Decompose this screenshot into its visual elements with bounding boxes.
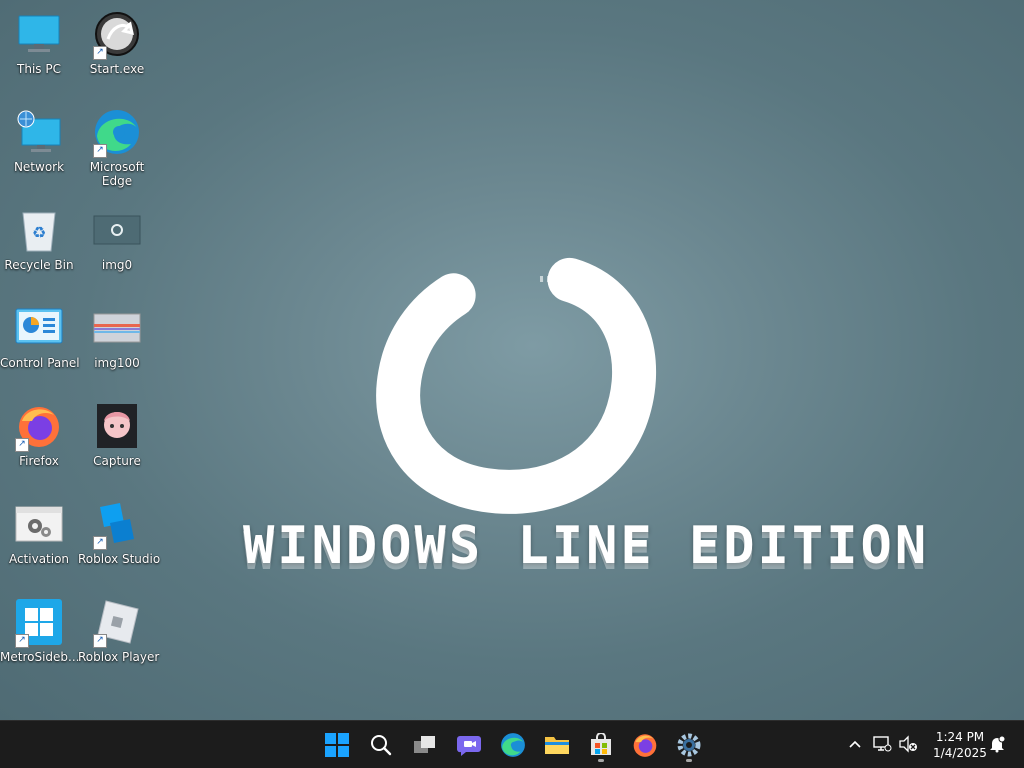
firefox-icon: [633, 734, 657, 757]
chevron-up-icon: [849, 740, 861, 748]
desktop-icon-capture[interactable]: Capture: [78, 396, 156, 488]
desktop[interactable]: Windows Line Edition This PC Network: [0, 0, 1024, 720]
image-file-icon: [91, 204, 143, 256]
volume-button[interactable]: [897, 733, 919, 755]
desktop-icon-roblox-studio[interactable]: ↗ Roblox Studio: [78, 494, 161, 586]
microsoft-store-button[interactable]: [582, 727, 620, 763]
desktop-icon-roblox-player[interactable]: ↗ Roblox Player: [78, 592, 160, 684]
monitor-icon: [13, 8, 65, 60]
svg-text:♻: ♻: [32, 223, 46, 242]
volume-muted-icon: [899, 735, 917, 753]
shortcut-arrow-icon: ↗: [93, 634, 107, 648]
desktop-icon-network[interactable]: Network: [0, 102, 78, 194]
chat-icon: [456, 736, 481, 756]
desktop-icon-label: img0: [101, 258, 133, 272]
shortcut-arrow-icon: ↗: [15, 634, 29, 648]
desktop-icon-microsoft-edge[interactable]: ↗ Microsoft Edge: [78, 102, 156, 200]
capture-image-icon: [91, 400, 143, 452]
firefox-icon: ↗: [13, 400, 65, 452]
start-orb-icon: ↗: [91, 8, 143, 60]
running-indicator: [686, 759, 692, 762]
chat-button[interactable]: [450, 727, 488, 763]
desktop-icon-label: Roblox Studio: [78, 552, 161, 566]
notifications-button[interactable]: [986, 733, 1008, 755]
running-indicator: [598, 759, 604, 762]
windows-start-icon: [325, 733, 349, 757]
desktop-icon-label: Start.exe: [89, 62, 145, 76]
desktop-icon-metrosidebar[interactable]: ↗ MetroSideb...: [0, 592, 80, 684]
roblox-studio-icon: ↗: [91, 498, 143, 550]
desktop-icon-label: Recycle Bin: [4, 258, 74, 272]
shortcut-arrow-icon: ↗: [93, 536, 107, 550]
image-file-icon: [91, 302, 143, 354]
desktop-icon-recycle-bin[interactable]: ♻ Recycle Bin: [0, 200, 78, 292]
desktop-icon-label: This PC: [17, 62, 61, 76]
show-hidden-icons-button[interactable]: [844, 733, 866, 755]
desktop-icon-start-exe[interactable]: ↗ Start.exe: [78, 4, 156, 96]
desktop-icon-img0[interactable]: img0: [78, 200, 156, 292]
shortcut-arrow-icon: ↗: [15, 438, 29, 452]
start-button[interactable]: [318, 727, 356, 763]
desktop-icon-img100[interactable]: img100: [78, 298, 156, 390]
desktop-icon-label: Capture: [93, 454, 141, 468]
file-explorer-button[interactable]: [538, 727, 576, 763]
search-button[interactable]: [362, 727, 400, 763]
network-disconnected-icon: [873, 736, 892, 752]
desktop-icon-label: Network: [13, 160, 65, 174]
control-panel-icon: [13, 302, 65, 354]
gears-icon: [13, 498, 65, 550]
gear-icon: [677, 733, 701, 757]
shortcut-arrow-icon: ↗: [93, 144, 107, 158]
search-icon: [371, 735, 392, 756]
taskbar-firefox-button[interactable]: [626, 727, 664, 763]
network-icon: [13, 106, 65, 158]
windows-logo-icon: ↗: [13, 596, 65, 648]
desktop-icon-label: img100: [94, 356, 140, 370]
roblox-player-icon: ↗: [91, 596, 143, 648]
desktop-icon-label: Firefox: [19, 454, 59, 468]
desktop-icon-label: Activation: [8, 552, 70, 566]
edge-icon: [501, 733, 525, 757]
taskbar: 1:24 PM 1/4/2025: [0, 720, 1024, 768]
taskbar-edge-button[interactable]: [494, 727, 532, 763]
edge-icon: ↗: [91, 106, 143, 158]
desktop-icon-control-panel[interactable]: Control Panel: [0, 298, 80, 390]
folder-icon: [545, 737, 569, 754]
desktop-icon-label: Microsoft Edge: [89, 160, 145, 188]
desktop-icon-activation[interactable]: Activation: [0, 494, 78, 586]
task-view-icon: [414, 736, 435, 753]
settings-button[interactable]: [670, 727, 708, 763]
desktop-icon-label: Control Panel: [0, 356, 80, 370]
desktop-icon-label: Roblox Player: [78, 650, 160, 664]
notification-bell-icon: [990, 735, 1006, 753]
desktop-icon-firefox[interactable]: ↗ Firefox: [0, 396, 78, 488]
shortcut-arrow-icon: ↗: [93, 46, 107, 60]
desktop-icon-label: MetroSideb...: [0, 650, 80, 664]
store-bag-icon: [591, 733, 611, 755]
desktop-icon-this-pc[interactable]: This PC: [0, 4, 78, 96]
task-view-button[interactable]: [406, 727, 444, 763]
wallpaper-title: Windows Line Edition: [243, 516, 930, 576]
network-status-button[interactable]: [871, 733, 893, 755]
recycle-bin-icon: ♻: [13, 204, 65, 256]
